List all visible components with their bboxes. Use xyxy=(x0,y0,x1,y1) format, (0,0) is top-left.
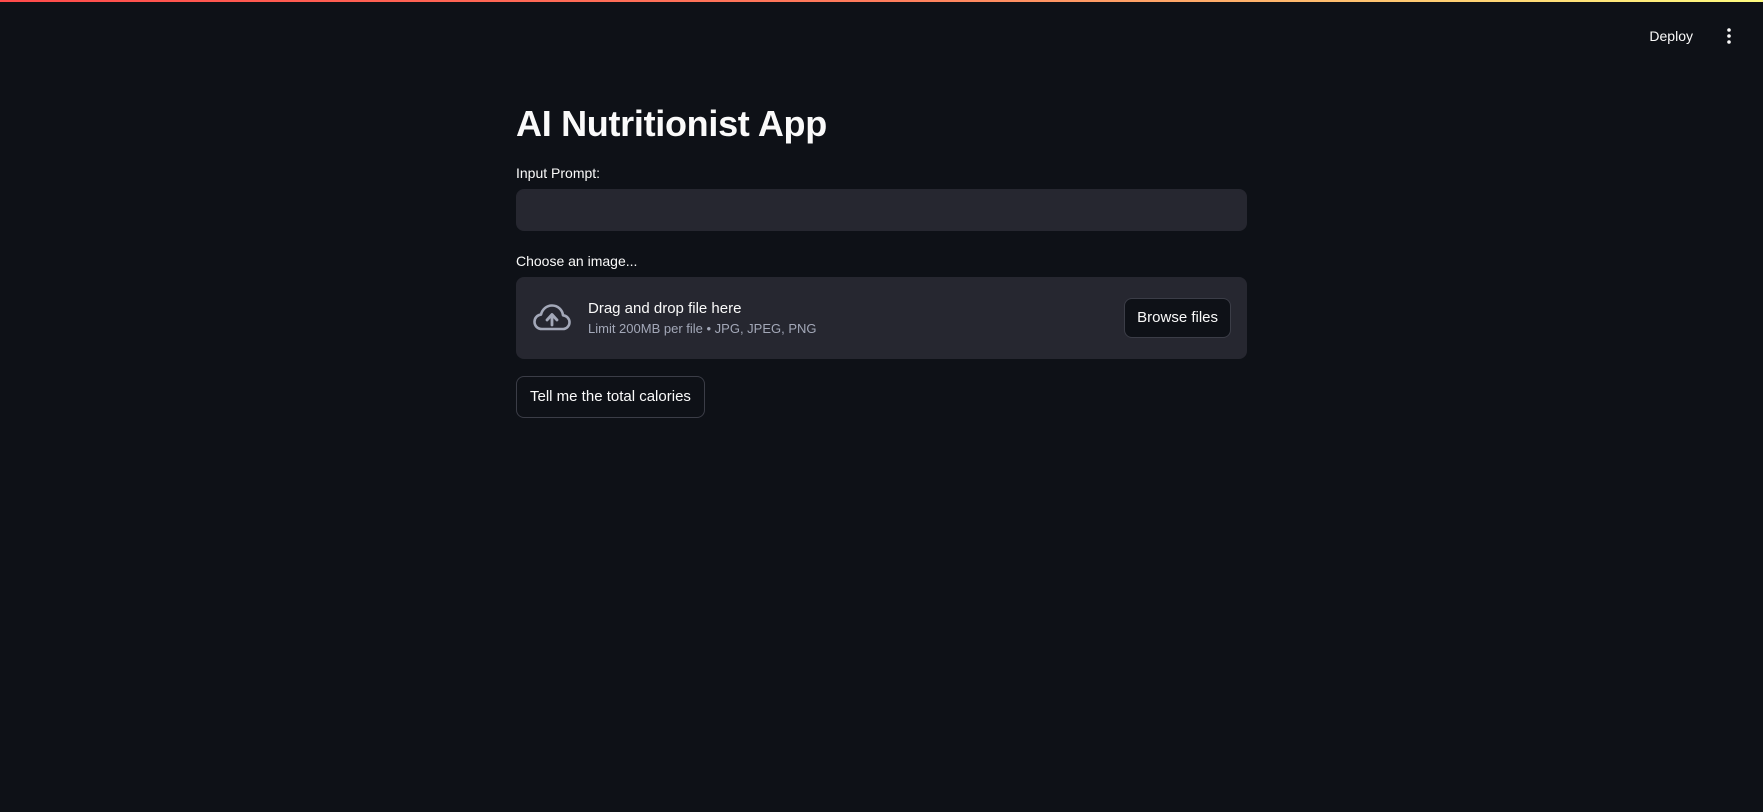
dropzone-instructions: Drag and drop file here Limit 200MB per … xyxy=(588,300,1124,336)
input-prompt-field[interactable] xyxy=(516,188,1247,231)
main-menu-button[interactable] xyxy=(1719,24,1739,48)
top-decoration-bar xyxy=(0,0,1763,2)
app-header: Deploy xyxy=(1641,0,1763,72)
dropzone-title: Drag and drop file here xyxy=(588,299,742,317)
cloud-upload-icon xyxy=(532,298,572,338)
total-calories-button[interactable]: Tell me the total calories xyxy=(516,375,705,418)
dropzone-file-limit: Limit 200MB per file • JPG, JPEG, PNG xyxy=(588,320,817,336)
browse-files-button[interactable]: Browse files xyxy=(1124,297,1231,338)
main-content: AI Nutritionist App Input Prompt: Choose… xyxy=(516,100,1247,418)
file-dropzone[interactable]: Drag and drop file here Limit 200MB per … xyxy=(516,276,1247,359)
image-uploader-label: Choose an image... xyxy=(516,252,638,269)
input-prompt-label: Input Prompt: xyxy=(516,164,601,181)
deploy-button[interactable]: Deploy xyxy=(1641,22,1701,50)
kebab-vertical-icon xyxy=(1727,28,1731,44)
page-title: AI Nutritionist App xyxy=(516,103,827,144)
